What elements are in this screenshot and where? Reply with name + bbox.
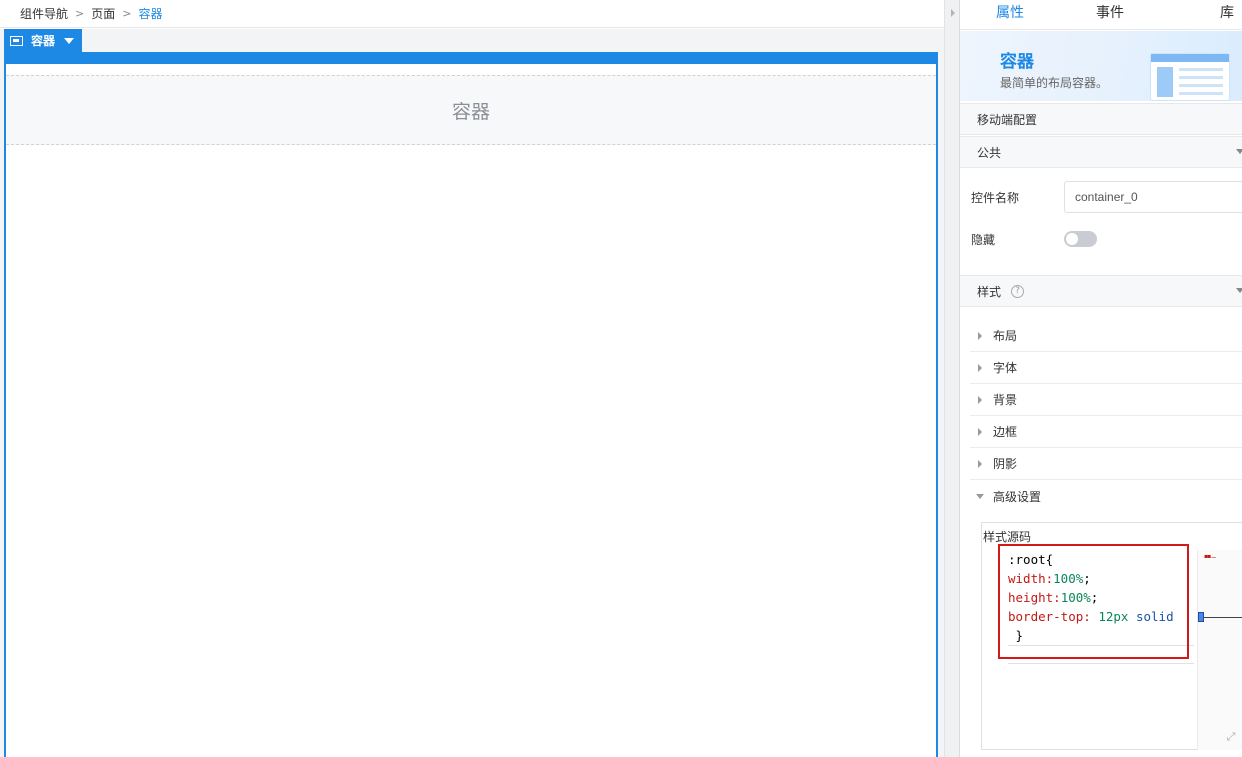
panel-splitter[interactable] [944, 0, 960, 757]
container-component[interactable] [4, 52, 938, 757]
caret-right-icon [978, 460, 982, 468]
style-source-label: 样式源码 [983, 530, 1032, 544]
caret-down-icon [976, 494, 984, 499]
code-minimap[interactable]: ▪▪ ..... [1197, 550, 1242, 750]
style-item-font[interactable]: 字体 [970, 352, 1242, 384]
section-mobile-label: 移动端配置 [977, 112, 1038, 127]
help-icon[interactable]: ? [1011, 284, 1025, 298]
container-placeholder[interactable]: 容器 [6, 75, 936, 145]
minimap-preview: ▪▪ ..... [1204, 553, 1217, 560]
style-item-layout[interactable]: 布局 [970, 320, 1242, 352]
section-style[interactable]: 样式 ? [960, 275, 1242, 307]
container-icon [10, 35, 23, 46]
component-title: 容器 [1000, 52, 1034, 72]
annotation-highlight-box [998, 544, 1189, 659]
style-item-label: 高级设置 [993, 489, 1042, 504]
component-banner: 容器 最简单的布局容器。 [960, 31, 1242, 101]
breadcrumb: 组件导航 > 页面 > 容器 [0, 0, 944, 28]
chevron-right-icon: > [122, 7, 132, 20]
style-item-label: 字体 [993, 361, 1018, 375]
hidden-label: 隐藏 [971, 233, 996, 247]
style-item-shadow[interactable]: 阴影 [970, 448, 1242, 480]
component-description: 最简单的布局容器。 [1000, 76, 1109, 90]
container-select-tag[interactable]: 容器 [4, 29, 82, 52]
collapse-arrow-icon[interactable] [951, 9, 955, 17]
layout-illustration-icon [1150, 53, 1230, 101]
caret-down-icon[interactable] [64, 37, 75, 44]
style-item-label: 阴影 [993, 457, 1018, 471]
control-name-label: 控件名称 [971, 191, 1020, 205]
breadcrumb-item-current: 容器 [138, 7, 163, 21]
container-tag-label: 容器 [31, 34, 56, 48]
style-item-label: 边框 [993, 425, 1018, 439]
caret-right-icon [978, 332, 982, 340]
tab-library[interactable]: 库 [1160, 0, 1242, 29]
section-common-label: 公共 [977, 145, 1002, 160]
canvas-area: 组件导航 > 页面 > 容器 容器 容器 [0, 0, 944, 757]
panel-tabs: 属性 事件 库 [960, 0, 1242, 33]
section-style-label: 样式 [977, 284, 1002, 299]
style-item-advanced[interactable]: 高级设置 [970, 480, 1242, 512]
section-common[interactable]: 公共 [960, 136, 1242, 168]
chevron-down-icon [1236, 149, 1242, 154]
caret-right-icon [978, 428, 982, 436]
style-item-label: 布局 [993, 329, 1018, 343]
style-item-label: 背景 [993, 393, 1018, 407]
breadcrumb-item-page[interactable]: 页面 [91, 5, 115, 22]
breadcrumb-item-component-nav[interactable]: 组件导航 [20, 5, 68, 22]
style-item-border[interactable]: 边框 [970, 416, 1242, 448]
control-name-input[interactable] [1064, 181, 1242, 213]
caret-right-icon [978, 364, 982, 372]
chevron-right-icon: > [75, 7, 85, 20]
expand-icon[interactable]: ⤢ [1224, 730, 1238, 744]
hidden-toggle[interactable] [1064, 231, 1097, 247]
section-mobile-config[interactable]: 移动端配置 [960, 103, 1242, 135]
style-item-background[interactable]: 背景 [970, 384, 1242, 416]
tab-events[interactable]: 事件 [1060, 0, 1160, 29]
minimap-line [1204, 617, 1242, 618]
caret-right-icon [978, 396, 982, 404]
tab-properties[interactable]: 属性 [960, 0, 1060, 33]
chevron-down-icon [1236, 288, 1242, 293]
